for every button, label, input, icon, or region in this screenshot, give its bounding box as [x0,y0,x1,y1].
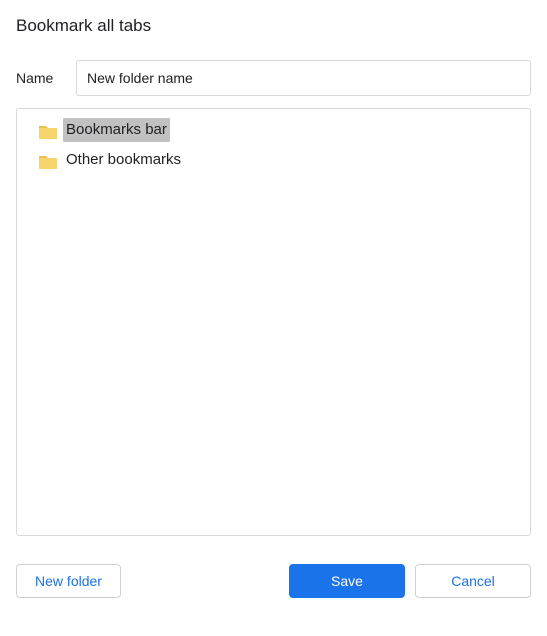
folder-item-other-bookmarks[interactable]: Other bookmarks [17,145,530,175]
button-row: New folder Save Cancel [16,564,531,598]
cancel-button[interactable]: Cancel [415,564,531,598]
name-row: Name [16,60,531,96]
folder-tree[interactable]: Bookmarks bar Other bookmarks [16,108,531,536]
folder-icon [39,153,57,168]
name-input[interactable] [76,60,531,96]
new-folder-button[interactable]: New folder [16,564,121,598]
dialog-title: Bookmark all tabs [16,16,531,36]
folder-item-bookmarks-bar[interactable]: Bookmarks bar [17,115,530,145]
name-label: Name [16,70,76,86]
folder-icon [39,123,57,138]
folder-label: Other bookmarks [63,148,184,172]
folder-label: Bookmarks bar [63,118,170,142]
save-button[interactable]: Save [289,564,405,598]
